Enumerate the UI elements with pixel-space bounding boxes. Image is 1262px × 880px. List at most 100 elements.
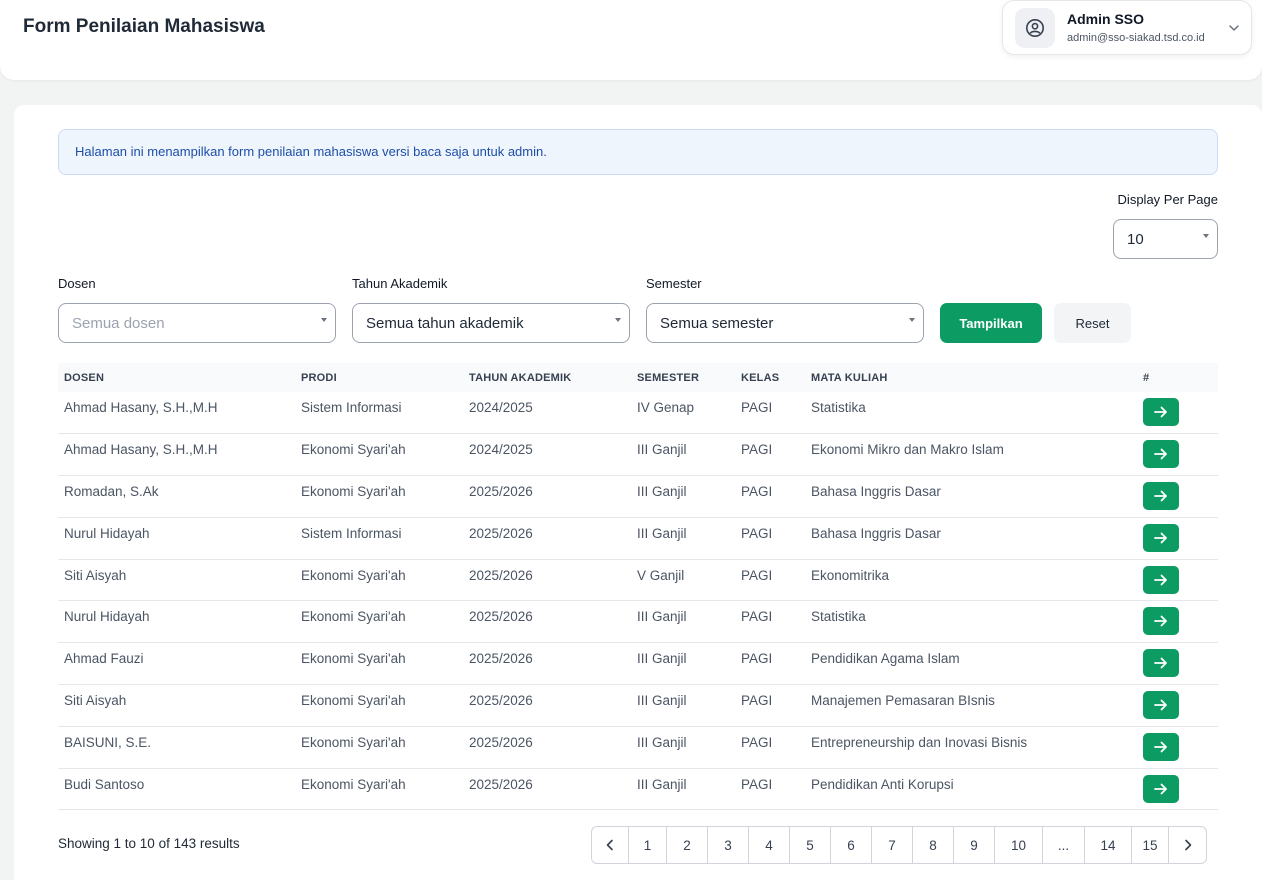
table-row: BAISUNI, S.E. Ekonomi Syari'ah 2025/2026 II…: [58, 726, 1218, 769]
dosen-cell: BAISUNI, S.E.: [64, 734, 152, 750]
user-menu[interactable]: Admin SSO admin@sso-siakad.tsd.co.id: [1002, 0, 1252, 55]
kelas-cell: PAGI: [741, 609, 773, 625]
action-cell: [1137, 476, 1218, 518]
mata-kuliah-cell: Pendidikan Anti Korupsi: [811, 776, 954, 792]
action-cell: [1137, 601, 1218, 643]
open-form-button[interactable]: [1143, 482, 1179, 511]
next-page-button[interactable]: [1169, 827, 1206, 863]
tahun-akademik-cell: 2025/2026: [469, 525, 533, 541]
table-header-row: DOSEN PRODI TAHUN AKADEMIK SEMESTER KELA…: [58, 363, 1218, 392]
arrow-right-icon: [1154, 741, 1167, 753]
dosen-cell: Siti Aisyah: [64, 567, 127, 583]
per-page-label: Display Per Page: [1117, 192, 1218, 207]
column-header-mata-kuliah: MATA KULIAH: [811, 371, 888, 384]
arrow-right-icon: [1154, 783, 1167, 795]
prodi-cell: Ekonomi Syari'ah: [301, 776, 406, 792]
page-5-button[interactable]: 5: [790, 827, 831, 863]
open-form-button[interactable]: [1143, 565, 1179, 594]
page-2-button[interactable]: 2: [667, 827, 708, 863]
arrow-right-icon: [1154, 448, 1167, 460]
page-8-button[interactable]: 8: [913, 827, 954, 863]
prodi-cell: Ekonomi Syari'ah: [301, 567, 406, 583]
prodi-cell: Sistem Informasi: [301, 525, 402, 541]
tampilkan-button[interactable]: Tampilkan: [940, 303, 1042, 343]
user-email: admin@sso-siakad.tsd.co.id: [1067, 32, 1205, 44]
results-summary: Showing 1 to 10 of 143 results: [58, 836, 240, 851]
open-form-button[interactable]: [1143, 398, 1179, 426]
reset-button[interactable]: Reset: [1054, 303, 1131, 343]
open-form-button[interactable]: [1143, 691, 1179, 720]
main-panel: Halaman ini menampilkan form penilaian m…: [14, 105, 1262, 880]
column-header-semester: SEMESTER: [637, 371, 700, 384]
open-form-button[interactable]: [1143, 774, 1179, 803]
mata-kuliah-cell: Bahasa Inggris Dasar: [811, 484, 941, 500]
tahun-akademik-select[interactable]: Semua tahun akademik: [352, 303, 630, 343]
semester-value: Semua semester: [660, 314, 774, 332]
semester-cell: III Ganjil: [637, 442, 687, 458]
page-6-button[interactable]: 6: [831, 827, 872, 863]
pagination: 1 2 3 4 5 6 7 8 9 10... 14 15: [591, 826, 1207, 864]
tahun-akademik-cell: 2024/2025: [469, 442, 533, 458]
semester-cell: V Ganjil: [637, 567, 685, 583]
dosen-cell: Ahmad Hasany, S.H.,M.H: [64, 400, 218, 415]
page-3-button[interactable]: 3: [708, 827, 749, 863]
semester-cell: III Ganjil: [637, 484, 687, 500]
avatar: [1015, 8, 1055, 48]
semester-select[interactable]: Semua semester: [646, 303, 924, 343]
dosen-cell: Ahmad Hasany, S.H.,M.H: [64, 442, 218, 458]
mata-kuliah-cell: Ekonomi Mikro dan Makro Islam: [811, 442, 1004, 458]
page-10-button[interactable]: 10: [995, 827, 1043, 863]
open-form-button[interactable]: [1143, 732, 1179, 761]
caret-down-icon: [615, 318, 621, 322]
kelas-cell: PAGI: [741, 651, 773, 667]
per-page-select[interactable]: 10: [1113, 219, 1218, 259]
top-header: Form Penilaian Mahasiswa Admin SSO admin…: [0, 0, 1262, 80]
prodi-cell: Ekonomi Syari'ah: [301, 442, 406, 458]
dosen-cell: Nurul Hidayah: [64, 609, 150, 625]
arrow-right-icon: [1154, 574, 1167, 586]
per-page-value: 10: [1127, 230, 1144, 248]
page-7-button[interactable]: 7: [872, 827, 913, 863]
column-header-dosen: DOSEN: [64, 371, 105, 384]
table-row: Siti Aisyah Ekonomi Syari'ah 2025/2026 V Ga…: [58, 559, 1218, 601]
open-form-button[interactable]: [1143, 649, 1179, 678]
table-row: Nurul Hidayah Ekonomi Syari'ah 2025/2026 II…: [58, 601, 1218, 643]
open-form-button[interactable]: [1143, 523, 1179, 552]
column-header-tahun-akademik: TAHUN AKADEMIK: [469, 371, 572, 384]
tahun-akademik-cell: 2025/2026: [469, 484, 533, 500]
kelas-cell: PAGI: [741, 776, 773, 792]
action-cell: [1137, 559, 1218, 601]
open-form-button[interactable]: [1143, 607, 1179, 636]
page-1-button[interactable]: 1: [629, 827, 667, 863]
table-row: Nurul Hidayah Sistem Informasi 2025/2026 II…: [58, 517, 1218, 560]
action-cell: [1137, 768, 1218, 810]
kelas-cell: PAGI: [741, 484, 773, 500]
dosen-select[interactable]: Semua dosen: [58, 303, 336, 343]
dosen-placeholder: Semua dosen: [72, 314, 165, 332]
open-form-button[interactable]: [1143, 440, 1179, 469]
tahun-akademik-label: Tahun Akademik: [352, 276, 448, 291]
page-9-button[interactable]: 9: [954, 827, 995, 863]
action-cell: [1137, 517, 1218, 559]
semester-cell: III Ganjil: [637, 734, 687, 750]
mata-kuliah-cell: Manajemen Pemasaran BIsnis: [811, 693, 995, 709]
chevron-right-icon: [1184, 839, 1191, 851]
action-cell: [1137, 392, 1218, 434]
caret-down-icon: [321, 318, 327, 322]
action-cell: [1137, 685, 1218, 727]
page-14-button[interactable]: 14: [1085, 827, 1132, 863]
tahun-akademik-cell: 2025/2026: [469, 693, 533, 709]
table-row: Ahmad Fauzi Ekonomi Syari'ah 2025/2026 III …: [58, 643, 1218, 685]
page-4-button[interactable]: 4: [749, 827, 790, 863]
mata-kuliah-cell: Ekonomitrika: [811, 567, 890, 583]
tahun-akademik-cell: 2024/2025: [469, 400, 533, 415]
pagination-ellipsis[interactable]: ...: [1043, 827, 1085, 863]
chevron-down-icon[interactable]: [1227, 21, 1241, 35]
dosen-cell: Nurul Hidayah: [64, 525, 150, 541]
dosen-cell: Budi Santoso: [64, 776, 145, 792]
column-header-prodi: PRODI: [301, 371, 337, 384]
page-15-button[interactable]: 15: [1132, 827, 1169, 863]
kelas-cell: PAGI: [741, 442, 773, 458]
user-name: Admin SSO: [1067, 11, 1145, 27]
previous-page-button[interactable]: [592, 827, 629, 863]
